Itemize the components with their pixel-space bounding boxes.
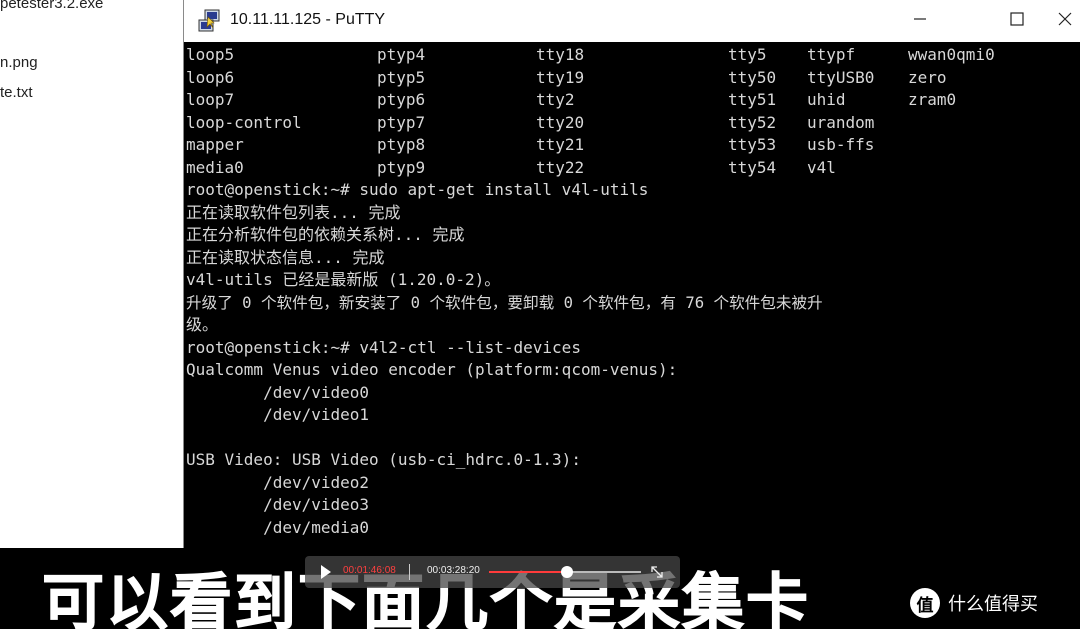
ls-entry: ttyUSB0 (807, 67, 875, 87)
ls-entry: loop7 (186, 90, 235, 109)
ls-entry: ptyp7 (377, 112, 426, 132)
ls-entry: loop5 (186, 45, 235, 64)
total-time: 00:03:28:20 (427, 565, 480, 576)
terminal-output-line: /dev/video0 (186, 382, 370, 402)
watermark-text: 什么值得买 (948, 594, 1038, 615)
time-separator (409, 564, 410, 580)
ls-entry: usb-ffs (807, 135, 875, 154)
progress-knob[interactable] (560, 566, 573, 578)
ls-entry: tty51 (728, 90, 777, 109)
terminal-output-line: 正在读取状态信息... 完成 (186, 247, 385, 267)
ls-entry: tty21 (536, 135, 585, 154)
maximize-button[interactable] (994, 0, 1040, 38)
putty-icon (198, 9, 220, 32)
terminal-ls-row: mapper ptyp8 tty21 tty53 usb-ffs (186, 134, 874, 157)
file-item[interactable]: n.png (0, 54, 38, 71)
ls-entry: tty22 (536, 157, 585, 177)
ls-entry: mapper (186, 135, 244, 154)
maximize-icon (1010, 12, 1024, 26)
ls-entry: tty19 (536, 67, 585, 87)
terminal-ls-row: loop7 ptyp6 tty2 tty51 uhid zram0 (186, 89, 956, 112)
ls-entry: tty53 (728, 135, 777, 154)
ls-entry: ptyp9 (377, 157, 426, 177)
minimize-icon (914, 18, 926, 20)
terminal-output-line: /dev/media0 (186, 517, 370, 537)
ls-entry: tty52 (728, 112, 777, 132)
close-icon (1058, 12, 1072, 26)
ls-entry: wwan0qmi0 (908, 45, 995, 64)
terminal-output-line: 正在分析软件包的依赖关系树... 完成 (186, 225, 465, 244)
ls-entry: tty2 (536, 90, 575, 109)
ls-entry: uhid (807, 90, 846, 109)
site-watermark: 值 什么值得买 (910, 586, 1038, 620)
desktop-file-list: petester3.2.exe n.png te.txt (0, 0, 184, 555)
close-button[interactable] (1042, 0, 1080, 38)
ls-entry: urandom (807, 112, 875, 132)
terminal-ls-row: loop5 ptyp4 tty18 tty5 ttypf wwan0qmi0 (186, 44, 995, 67)
ls-entry: tty20 (536, 112, 585, 132)
ls-entry: media0 (186, 157, 244, 177)
terminal-output-line: /dev/video2 (186, 472, 370, 492)
play-icon[interactable] (321, 565, 331, 579)
video-player-controls: 00:01:46:08 00:03:28:20 (305, 556, 680, 588)
terminal-output-line: USB Video: USB Video (usb-ci_hdrc.0-1.3)… (186, 450, 581, 469)
terminal-output-line: v4l-utils 已经是最新版 (1.20.0-2)。 (186, 270, 501, 289)
fullscreen-icon[interactable] (649, 564, 665, 580)
terminal-command-line: root@openstick:~# sudo apt-get install v… (186, 180, 649, 199)
ls-entry: tty54 (728, 157, 777, 177)
ls-entry: zram0 (908, 90, 957, 109)
terminal-ls-row: loop-control ptyp7 tty20 tty52 urandom (186, 112, 874, 135)
progress-fill (489, 571, 567, 573)
ls-entry: loop-control (186, 112, 302, 132)
window-titlebar[interactable]: 10.11.11.125 - PuTTY (184, 0, 1080, 42)
ls-entry: ptyp4 (377, 45, 426, 64)
minimize-button[interactable] (897, 0, 943, 38)
ls-entry: ptyp8 (377, 135, 426, 154)
ls-entry: tty18 (536, 45, 585, 64)
terminal-ls-row: loop6 ptyp5 tty19 tty50 ttyUSB0 zero (186, 67, 947, 90)
ls-entry: ptyp5 (377, 67, 426, 87)
putty-window: 10.11.11.125 - PuTTY loop5 ptyp4 tty18 t… (183, 0, 1080, 555)
file-item[interactable]: te.txt (0, 84, 33, 101)
terminal-output-line: /dev/video3 (186, 495, 370, 514)
terminal-output-line: Qualcomm Venus video encoder (platform:q… (186, 360, 678, 379)
file-item[interactable]: petester3.2.exe (0, 0, 103, 12)
terminal-ls-row: media0 ptyp9 tty22 tty54 v4l (186, 157, 836, 180)
ls-entry: tty50 (728, 67, 777, 87)
current-time: 00:01:46:08 (343, 565, 396, 576)
ls-entry: ttypf (807, 45, 856, 64)
terminal-output-line: 正在读取软件包列表... 完成 (186, 202, 401, 222)
ls-entry: tty5 (728, 45, 767, 64)
ls-entry: ptyp6 (377, 90, 426, 109)
terminal-output-line: /dev/video1 (186, 405, 370, 424)
progress-track[interactable] (489, 566, 641, 578)
watermark-badge: 值 (910, 588, 940, 618)
terminal-output-line: 升级了 0 个软件包，新安装了 0 个软件包，要卸载 0 个软件包，有 76 个… (186, 293, 823, 312)
ls-entry: loop6 (186, 67, 235, 87)
terminal-output-line: 级。 (186, 315, 219, 334)
ls-entry: v4l (807, 157, 836, 177)
window-title: 10.11.11.125 - PuTTY (230, 11, 386, 28)
terminal-output[interactable]: loop5 ptyp4 tty18 tty5 ttypf wwan0qmi0 l… (186, 44, 1080, 555)
terminal-command-line: root@openstick:~# v4l2-ctl --list-device… (186, 337, 581, 357)
ls-entry: zero (908, 67, 947, 87)
